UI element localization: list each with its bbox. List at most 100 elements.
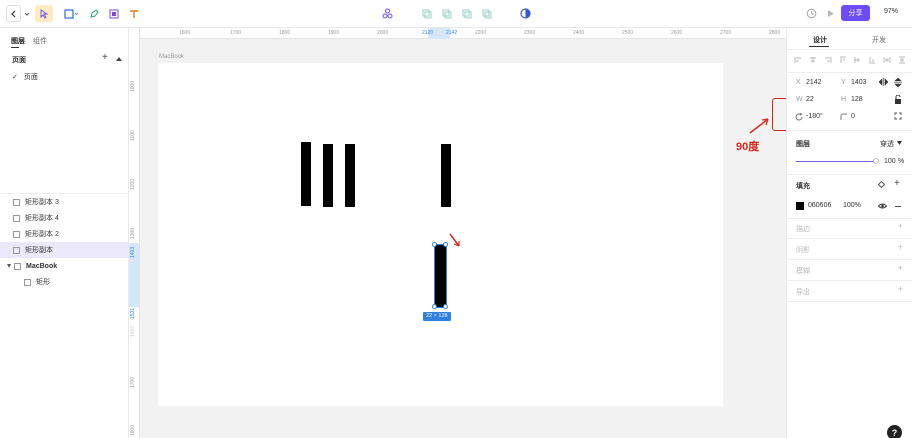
tab-develop[interactable]: 开发 — [872, 35, 886, 45]
text-tool-button[interactable] — [127, 5, 141, 22]
resize-handle[interactable] — [432, 304, 437, 309]
rectangle-shape[interactable] — [323, 144, 333, 207]
text-icon — [130, 9, 138, 18]
boolean-subtract-button[interactable] — [441, 5, 453, 22]
align-toolbar — [794, 56, 906, 66]
mask-button[interactable] — [518, 5, 532, 22]
align-center-h-icon[interactable] — [809, 56, 817, 64]
resize-handle[interactable] — [443, 304, 448, 309]
play-icon — [827, 10, 834, 17]
image-tool-button[interactable] — [107, 5, 121, 22]
flip-horizontal-icon[interactable] — [879, 78, 888, 86]
fill-hex-input[interactable]: 060606 — [808, 202, 831, 209]
ruler-tick: 1600 — [179, 30, 191, 36]
resize-handle[interactable] — [432, 242, 437, 247]
share-button[interactable]: 分享 — [841, 5, 870, 21]
selected-rectangle[interactable] — [434, 244, 447, 308]
add-shadow-icon[interactable]: + — [898, 242, 903, 252]
layer-item[interactable]: 矩形副本 2 — [0, 226, 128, 242]
lock-ratio-icon[interactable] — [894, 95, 902, 104]
eye-icon[interactable] — [878, 203, 887, 209]
chevron-down-icon — [24, 12, 30, 16]
back-button[interactable] — [6, 5, 21, 22]
radius-input[interactable]: 0 — [851, 113, 855, 120]
export-section-title: 导出 — [796, 289, 810, 296]
style-icon[interactable] — [878, 181, 885, 188]
align-right-icon[interactable] — [824, 56, 832, 64]
align-center-v-icon[interactable] — [853, 56, 861, 64]
rectangle-shape[interactable] — [345, 144, 355, 207]
layer-item-frame[interactable]: MacBook — [0, 258, 128, 274]
rotate-icon — [795, 113, 803, 121]
macbook-frame[interactable]: 22 × 128 — [158, 63, 723, 406]
tab-design[interactable]: 设计 — [813, 35, 827, 45]
distribute-h-icon[interactable] — [883, 56, 891, 64]
add-blur-icon[interactable]: + — [898, 263, 903, 273]
shadow-section-title: 阴影 — [796, 247, 810, 254]
boolean-intersect-button[interactable] — [461, 5, 473, 22]
rectangle-shape[interactable] — [441, 144, 451, 207]
independent-corners-icon[interactable] — [894, 112, 902, 120]
distribute-v-icon[interactable] — [898, 56, 906, 64]
help-icon[interactable]: ? — [887, 425, 902, 438]
opacity-slider-track[interactable] — [796, 161, 876, 162]
w-input[interactable]: 22 — [806, 96, 814, 103]
ruler-tick: 1600 — [130, 325, 136, 337]
ruler-tick: 2600 — [671, 30, 683, 36]
pen-tool-button[interactable] — [87, 5, 101, 22]
tab-components[interactable]: 组件 — [33, 36, 47, 46]
pages-heading: 页面 — [12, 57, 26, 64]
rectangle-tool-button[interactable] — [62, 5, 80, 22]
component-button[interactable] — [380, 5, 394, 22]
rectangle-shape[interactable] — [301, 142, 311, 206]
h-input[interactable]: 128 — [851, 96, 863, 103]
ruler-tick: 2300 — [524, 30, 536, 36]
mask-icon — [519, 8, 531, 19]
annotation-text: 90度 — [736, 141, 760, 153]
align-bottom-icon[interactable] — [868, 56, 876, 64]
exclude-icon — [482, 9, 492, 18]
rectangle-layer-icon — [13, 246, 20, 254]
rectangle-layer-icon — [13, 198, 20, 206]
add-stroke-icon[interactable]: + — [898, 221, 903, 231]
fill-color-swatch[interactable] — [796, 202, 804, 210]
layer-item-label: 矩形副本 — [25, 247, 53, 254]
frame-label[interactable]: MacBook — [159, 54, 184, 60]
layer-item-selected[interactable]: 矩形副本 — [0, 242, 128, 258]
add-page-icon[interactable]: + — [102, 52, 108, 63]
x-input[interactable]: 2142 — [806, 79, 822, 86]
history-button[interactable] — [804, 5, 818, 22]
y-input[interactable]: 1403 — [851, 79, 867, 86]
align-top-icon[interactable] — [839, 56, 847, 64]
page-item[interactable]: ✓ 页面 — [0, 69, 128, 85]
stroke-section-title: 描边 — [796, 226, 810, 233]
design-canvas[interactable]: 1600 1700 1800 1900 2000 2120 2142 2200 … — [129, 28, 786, 438]
ruler-tick-selected: 1403 — [130, 246, 136, 258]
menu-dropdown[interactable] — [23, 5, 31, 22]
tab-layers[interactable]: 图层 — [11, 36, 25, 46]
flip-vertical-icon[interactable] — [894, 78, 902, 87]
page-item-label: 页面 — [23, 74, 38, 81]
fill-opacity-input[interactable]: 100% — [843, 202, 861, 209]
move-tool-button[interactable] — [35, 5, 53, 22]
play-button[interactable] — [824, 5, 836, 22]
resize-handle[interactable] — [443, 242, 448, 247]
blend-mode-select[interactable]: 穿透 — [880, 139, 894, 149]
boolean-union-button[interactable] — [421, 5, 433, 22]
add-export-icon[interactable]: + — [898, 284, 903, 294]
rotation-input[interactable]: -180° — [806, 113, 823, 120]
ruler-tick-selected: 1531 — [130, 307, 136, 319]
collapse-pages-icon[interactable] — [116, 56, 122, 63]
ruler-tick: 1800 — [130, 424, 136, 436]
zoom-level[interactable]: 97% — [884, 8, 898, 15]
boolean-exclude-button[interactable] — [481, 5, 493, 22]
align-left-icon[interactable] — [794, 56, 802, 64]
opacity-input[interactable]: 100 — [884, 158, 896, 165]
layer-item[interactable]: 矩形 — [0, 274, 128, 290]
opacity-unit: % — [898, 158, 905, 165]
opacity-slider-thumb[interactable] — [873, 158, 879, 164]
add-fill-icon[interactable]: + — [894, 178, 900, 189]
layer-item[interactable]: 矩形副本 4 — [0, 210, 128, 226]
remove-fill-icon[interactable] — [895, 206, 901, 207]
layer-item[interactable]: 矩形副本 3 — [0, 194, 128, 210]
